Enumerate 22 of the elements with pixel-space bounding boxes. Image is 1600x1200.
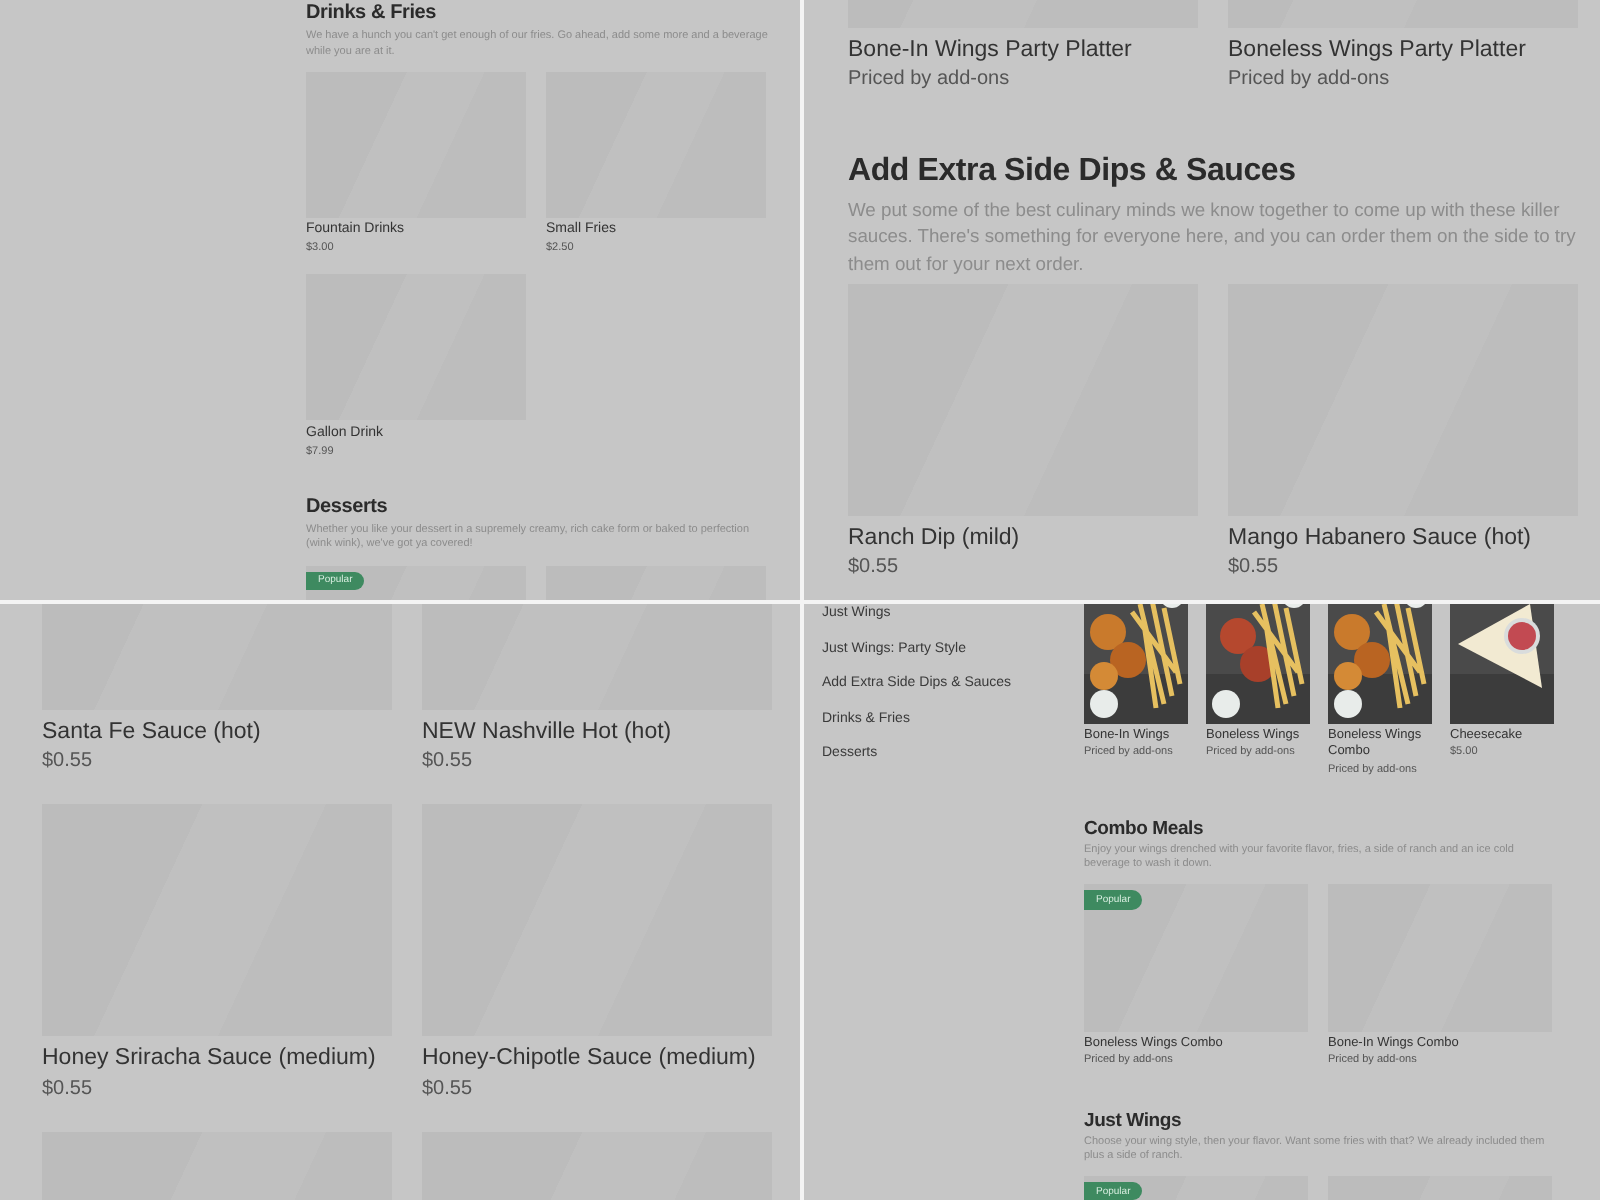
item-name[interactable]: NEW Nashville Hot (hot) xyxy=(422,718,772,747)
section-title: Add Extra Side Dips & Sauces xyxy=(848,152,1298,192)
item-price: $0.55 xyxy=(42,1075,95,1102)
item-price: Priced by add-ons xyxy=(848,66,1012,93)
section-description: We put some of the best culinary minds we know together to come up with these killer sauces. There's something for everyone here, and you can order them on the side to try them out for your next order. xyxy=(848,195,1578,277)
item-price: $0.55 xyxy=(848,554,901,581)
item-name[interactable]: Mango Habanero Sauce (hot) xyxy=(1228,524,1578,553)
item-price: $0.55 xyxy=(422,1075,475,1102)
item-name[interactable]: Ranch Dip (mild) xyxy=(848,524,1198,553)
item-name[interactable]: Honey Sriracha Sauce (medium) xyxy=(42,1044,392,1074)
item-name[interactable]: Honey-Chipotle Sauce (medium) xyxy=(422,1044,772,1074)
item-name[interactable]: Boneless Wings Party Platter xyxy=(1228,36,1578,65)
item-name[interactable]: Bone-In Wings Party Platter xyxy=(848,36,1198,65)
section-title: Combo Meals xyxy=(1084,817,1206,841)
section-title: Just Wings xyxy=(1084,1109,1184,1132)
item-name[interactable]: Santa Fe Sauce (hot) xyxy=(42,718,392,747)
section-title: Desserts xyxy=(306,495,390,520)
item-price: $0.55 xyxy=(1228,554,1281,581)
item-price: $0.55 xyxy=(422,748,475,775)
section-title: Drinks & Fries xyxy=(306,2,439,26)
item-price: $0.55 xyxy=(42,748,95,775)
item-price: Priced by add-ons xyxy=(1228,66,1392,93)
